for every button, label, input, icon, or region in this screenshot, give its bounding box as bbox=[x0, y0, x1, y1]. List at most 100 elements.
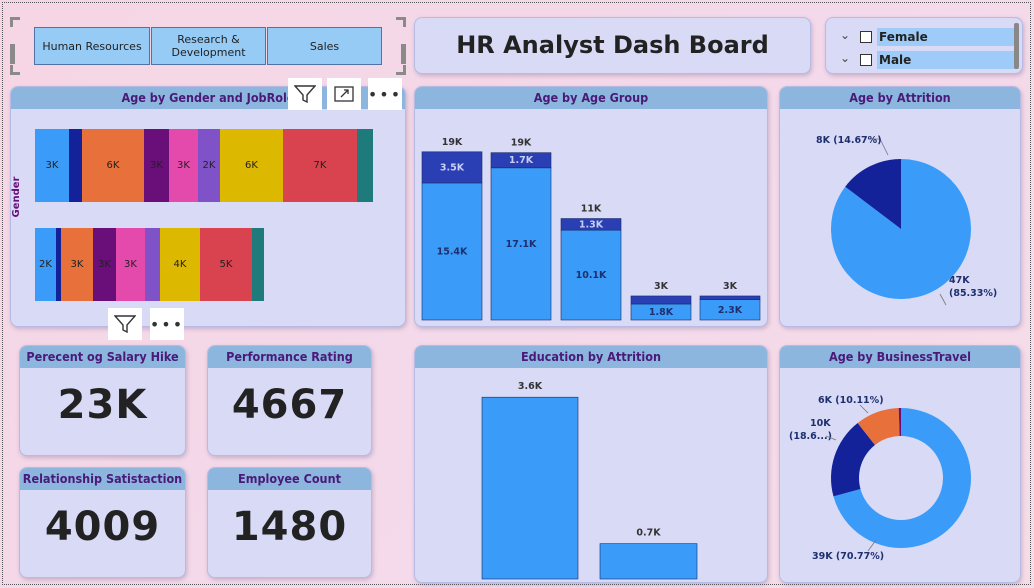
data-label: 10.1K bbox=[576, 270, 607, 281]
data-label: 15.4K bbox=[437, 246, 468, 257]
filter-icon[interactable] bbox=[108, 308, 142, 340]
data-label: 5K bbox=[219, 259, 233, 270]
data-label: 3K bbox=[177, 160, 190, 171]
bar-segment[interactable]: 6K bbox=[220, 129, 283, 202]
dept-button-research-development[interactable]: Research & Development bbox=[151, 27, 266, 65]
chevron-down-icon[interactable]: ⌄ bbox=[840, 28, 850, 42]
data-label: 10K bbox=[810, 418, 831, 429]
chart-title: Age by Age Group bbox=[415, 87, 767, 109]
chart-title: Age by Attrition bbox=[780, 87, 1020, 109]
data-label: 1.7K bbox=[509, 155, 534, 166]
kpi-label: Employee Count bbox=[208, 468, 371, 490]
chevron-down-icon[interactable]: ⌄ bbox=[840, 51, 850, 65]
female-label: Female bbox=[877, 28, 1017, 46]
kpi-value: 4009 bbox=[44, 504, 161, 550]
checkbox[interactable] bbox=[860, 31, 872, 43]
total-label: 3K bbox=[723, 281, 738, 292]
data-label: 6K (10.11%) bbox=[818, 395, 884, 406]
bar-segment[interactable]: 3K bbox=[169, 129, 198, 202]
page-title: HR Analyst Dash Board bbox=[456, 31, 769, 59]
total-label: 19K bbox=[511, 138, 532, 149]
kpi-label: Perecent og Salary Hike bbox=[20, 346, 185, 368]
bar-segment[interactable]: 3K bbox=[116, 228, 145, 301]
age-group-svg: 15.4K 3.5K 19K 17.1K 1.7K 19K 10.1K 1.3K 11K 1.8K… bbox=[421, 137, 761, 321]
gender-slicer: ⌄ Female ⌄ Male bbox=[825, 17, 1023, 74]
dept-button-sales[interactable]: Sales bbox=[267, 27, 382, 65]
kpi-value: 1480 bbox=[231, 504, 348, 550]
data-label: 1.3K bbox=[579, 219, 604, 230]
business-travel-donut-svg: 6K (10.11%) 10K (18.6...) 39K (70.77%) bbox=[789, 395, 971, 562]
kpi-label: Relationship Satistaction bbox=[20, 468, 185, 490]
data-label: 47K bbox=[949, 275, 970, 286]
data-label: 2K bbox=[202, 160, 216, 171]
data-label: 3K bbox=[124, 259, 137, 270]
bar-segment[interactable]: 2K bbox=[35, 228, 56, 301]
chart-education[interactable]: Education by Attrition 3.6K 0.7K bbox=[414, 345, 768, 583]
kpi-performance-rating: Performance Rating 4667 bbox=[207, 345, 372, 456]
more-options-icon[interactable]: ••• bbox=[368, 78, 402, 110]
scrollbar[interactable] bbox=[1014, 23, 1019, 69]
bar-segment[interactable]: 4K bbox=[160, 228, 200, 301]
kpi-employee-count: Employee Count 1480 bbox=[207, 467, 372, 578]
data-label: 3.6K bbox=[518, 381, 543, 392]
data-label: 3K bbox=[150, 160, 163, 171]
bar bbox=[699, 295, 761, 300]
data-label: (85.33%) bbox=[949, 288, 997, 299]
bar-segment[interactable]: 2K bbox=[198, 129, 220, 202]
chart-gender-jobrole[interactable]: Age by Gender and JobRole Gender 3K 6K 3K 3… bbox=[10, 86, 406, 327]
chart-attrition[interactable]: Age by Attrition 8K (14.67%) 47K (85.33%) bbox=[779, 86, 1021, 327]
chart-age-group[interactable]: Age by Age Group 15.4K 3.5K 19K 17.1K 1.7K 19… bbox=[414, 86, 768, 327]
bar bbox=[481, 396, 579, 580]
bar-segment[interactable]: 3K bbox=[35, 129, 69, 202]
data-label: 39K (70.77%) bbox=[812, 551, 884, 562]
more-options-icon[interactable]: ••• bbox=[150, 308, 184, 340]
data-label: 7K bbox=[313, 160, 327, 171]
data-label: 3K bbox=[98, 259, 111, 270]
data-label: 4K bbox=[173, 259, 187, 270]
bar-segment[interactable]: 6K bbox=[82, 129, 144, 202]
data-label: 3.5K bbox=[440, 162, 465, 173]
kpi-salary-hike: Perecent og Salary Hike 23K bbox=[19, 345, 186, 456]
filter-icon[interactable] bbox=[288, 78, 322, 110]
bar bbox=[599, 543, 698, 580]
bar-segment[interactable] bbox=[357, 129, 373, 202]
bar-segment[interactable]: 5K bbox=[200, 228, 252, 301]
attrition-pie-svg: 8K (14.67%) 47K (85.33%) bbox=[816, 135, 997, 306]
data-label: 8K (14.67%) bbox=[816, 135, 882, 146]
chart-title: Age by BusinessTravel bbox=[780, 346, 1020, 368]
bar-segment[interactable]: 7K bbox=[283, 129, 357, 202]
dept-button-human-resources[interactable]: Human Resources bbox=[34, 27, 150, 65]
data-label: 1.8K bbox=[649, 307, 674, 318]
total-label: 11K bbox=[581, 204, 602, 215]
data-label: 6K bbox=[106, 160, 120, 171]
gender-option-male[interactable]: ⌄ Male bbox=[840, 51, 1020, 69]
bar-segment[interactable]: 3K bbox=[61, 228, 93, 301]
data-label: 17.1K bbox=[506, 239, 537, 250]
data-label: 2K bbox=[39, 259, 52, 270]
bar-segment[interactable] bbox=[252, 228, 264, 301]
leader-line bbox=[859, 404, 869, 414]
male-label: Male bbox=[877, 51, 1017, 69]
focus-mode-icon[interactable] bbox=[327, 78, 361, 110]
bar-segment[interactable] bbox=[69, 129, 82, 202]
kpi-value: 23K bbox=[57, 382, 148, 428]
chart-business-travel[interactable]: Age by BusinessTravel 6K (10.11%) 10K (18.… bbox=[779, 345, 1021, 583]
bar bbox=[630, 295, 692, 305]
bar-segment[interactable]: 3K bbox=[144, 129, 169, 202]
education-svg: 3.6K 0.7K bbox=[481, 381, 698, 580]
chart-title: Education by Attrition bbox=[415, 346, 767, 368]
data-label: 3K bbox=[45, 160, 59, 171]
leader-line bbox=[939, 293, 947, 306]
data-label: 0.7K bbox=[636, 528, 661, 539]
kpi-value: 4667 bbox=[231, 382, 348, 428]
data-label: 2.3K bbox=[718, 305, 743, 316]
gender-option-female[interactable]: ⌄ Female bbox=[840, 28, 1020, 46]
bar-segment[interactable] bbox=[145, 228, 160, 301]
total-label: 3K bbox=[654, 281, 669, 292]
kpi-relationship-satisfaction: Relationship Satistaction 4009 bbox=[19, 467, 186, 578]
checkbox[interactable] bbox=[860, 54, 872, 66]
title-card: HR Analyst Dash Board bbox=[414, 17, 811, 74]
kpi-label: Performance Rating bbox=[208, 346, 371, 368]
total-label: 19K bbox=[442, 137, 463, 148]
bar-segment[interactable]: 3K bbox=[93, 228, 116, 301]
